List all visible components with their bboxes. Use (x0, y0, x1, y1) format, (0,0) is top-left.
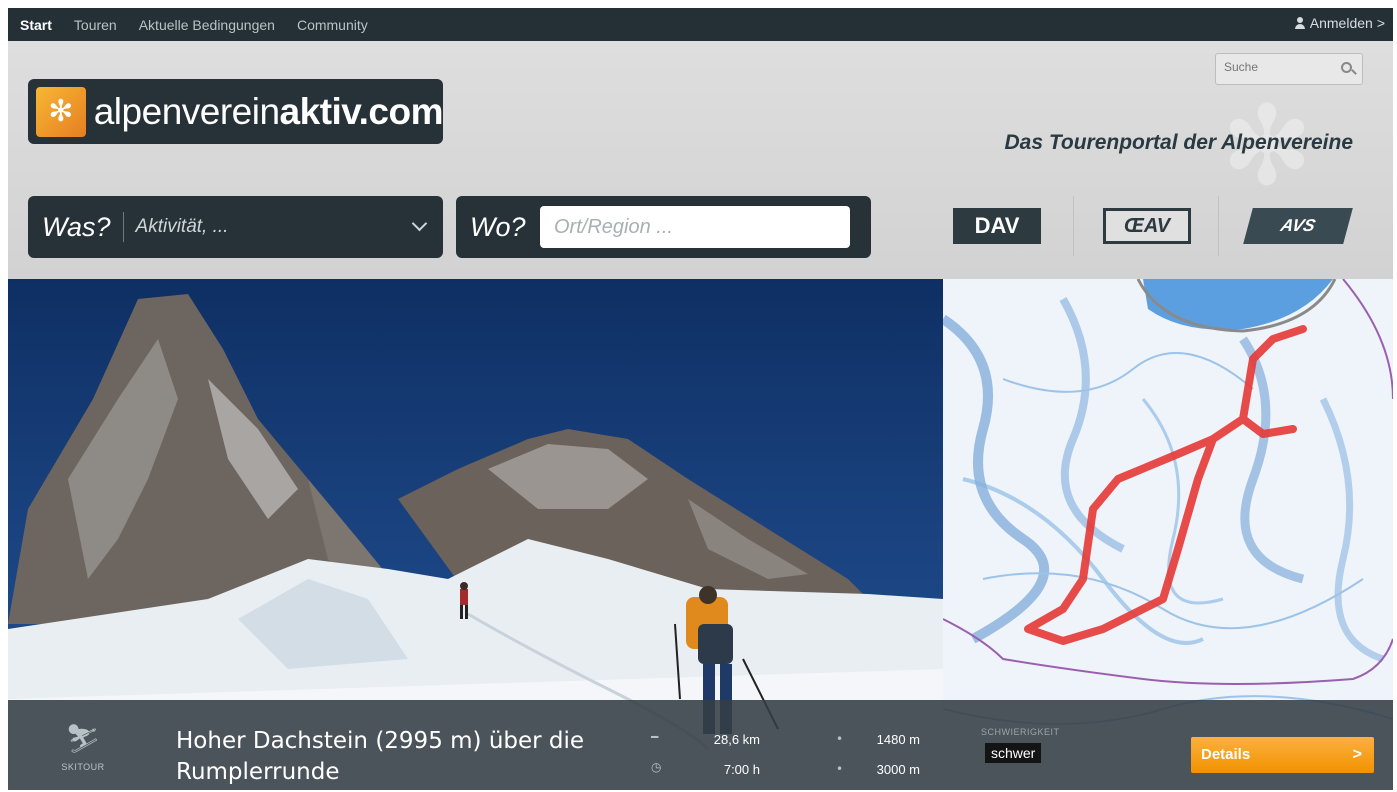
location-input[interactable] (540, 206, 850, 248)
activity-value: Aktivität, ... (135, 216, 229, 237)
site-logo[interactable]: ✻ alpenvereinaktiv.com (28, 79, 444, 144)
partner-logo-avs[interactable]: AVS (1243, 208, 1353, 244)
clock-icon: ◷ (651, 760, 662, 774)
skitour-icon: ⛷ (65, 722, 101, 755)
tour-distance: 28,6 km (713, 732, 760, 747)
header: ✻ ✻ alpenvereinaktiv.com Das Tourenporta… (8, 41, 1393, 279)
location-search: Wo? (456, 196, 871, 258)
page: Start Touren Aktuelle Bedingungen Commun… (8, 8, 1393, 790)
tour-info-bar: ⛷ SKITOUR Hoher Dachstein (2995 m) über … (8, 700, 1393, 790)
divider (122, 212, 124, 242)
distance-icon: ━ (651, 730, 659, 744)
edelweiss-icon: ✻ (36, 86, 86, 137)
difficulty-label: SCHWIERIGKEIT (981, 727, 1060, 737)
site-search (1215, 53, 1363, 85)
nav-touren[interactable]: Touren (74, 17, 117, 33)
search-icon[interactable] (1341, 62, 1352, 73)
was-label: Was? (42, 211, 111, 242)
chevron-right-icon: > (1376, 15, 1385, 31)
activity-select[interactable]: Was? Aktivität, ... (28, 196, 443, 258)
nav-aktuelle-bedingungen[interactable]: Aktuelle Bedingungen (139, 17, 275, 33)
ascent-icon: • (836, 732, 844, 746)
login-link[interactable]: Anmelden > (1294, 15, 1385, 31)
tagline: Das Tourenportal der Alpenvereine (1004, 131, 1353, 154)
divider (1218, 196, 1219, 256)
tour-duration: 7:00 h (723, 762, 760, 777)
difficulty-badge: schwer (985, 743, 1042, 763)
divider (1073, 196, 1074, 256)
chevron-right-icon: > (1352, 746, 1362, 763)
top-navigation: Start Touren Aktuelle Bedingungen Commun… (8, 8, 1393, 41)
search-input[interactable] (1224, 60, 1334, 74)
tour-ascent: 1480 m (876, 732, 920, 747)
partner-logo-oeav[interactable]: ŒAV (1103, 208, 1191, 244)
details-button[interactable]: Details > (1191, 737, 1374, 773)
partner-logo-dav[interactable]: DAV (953, 208, 1041, 244)
tour-altitude: 3000 m (876, 762, 920, 777)
nav-community[interactable]: Community (297, 17, 368, 33)
chevron-down-icon (411, 215, 428, 232)
user-icon (1294, 17, 1306, 29)
activity-badge: ⛷ SKITOUR (53, 722, 113, 774)
wo-label: Wo? (470, 211, 526, 242)
altitude-icon: • (836, 762, 844, 776)
logo-wordmark: alpenvereinaktiv.com (93, 90, 444, 132)
tour-title[interactable]: Hoher Dachstein (2995 m) über die Rumple… (176, 726, 616, 788)
login-label: Anmelden (1309, 15, 1373, 31)
details-label: Details (1201, 746, 1251, 763)
nav-start[interactable]: Start (20, 17, 52, 33)
activity-label: SKITOUR (61, 762, 105, 772)
